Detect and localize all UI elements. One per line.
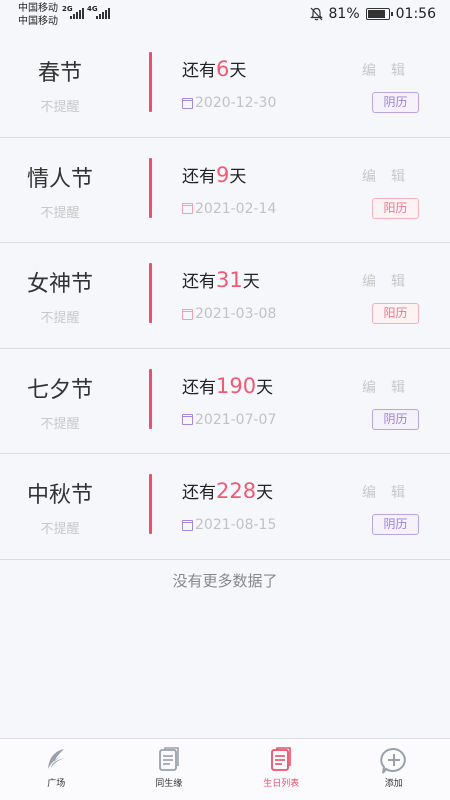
festival-card[interactable]: 七夕节 不提醒 还有190天 2021-07-07 编辑 阴历: [0, 348, 450, 454]
countdown-suffix: 天: [229, 61, 247, 81]
mute-bell-icon: [309, 7, 323, 21]
calendar-icon: [182, 97, 193, 109]
countdown: 还有228天: [182, 478, 273, 503]
festival-name: 七夕节: [26, 377, 93, 403]
date-text: 2021-08-15: [195, 517, 277, 533]
signal-icon-1: [70, 8, 84, 19]
festival-name: 女神节: [26, 272, 93, 297]
date-text: 2021-03-08: [195, 306, 277, 322]
tab-plaza[interactable]: 广场: [0, 739, 113, 800]
countdown: 还有9天: [182, 162, 246, 187]
battery-percent: 81%: [328, 6, 360, 22]
edit-button[interactable]: 编辑: [362, 377, 420, 397]
countdown: 还有31天: [182, 267, 260, 292]
festival-date: 2021-02-14: [182, 201, 276, 217]
days-remaining: 190: [216, 373, 257, 398]
calendar-type-badge: 阴历: [372, 92, 419, 113]
countdown-prefix: 还有: [182, 166, 216, 187]
tab-birthday-list[interactable]: 生日列表: [225, 739, 338, 800]
days-remaining: 6: [216, 57, 230, 81]
date-text: 2021-02-14: [195, 200, 277, 217]
countdown-prefix: 还有: [182, 377, 216, 398]
bottom-tab-bar: 广场 同生缘 生日列表 添加: [0, 738, 450, 800]
tab-label: 广场: [47, 779, 66, 789]
signal-icon-2: [96, 8, 110, 19]
divider-bar: [149, 52, 152, 112]
edit-button[interactable]: 编辑: [362, 166, 420, 186]
document-icon: [158, 747, 179, 771]
birthday-list-icon: [271, 747, 292, 771]
festival-name: 情人节: [26, 166, 93, 192]
carrier-2: 中国移动: [18, 16, 58, 27]
calendar-icon: [182, 308, 193, 320]
carrier-1: 中国移动: [18, 3, 58, 14]
festival-card[interactable]: 女神节 不提醒 还有31天 2021-03-08 编辑 阳历: [0, 243, 450, 349]
countdown-suffix: 天: [229, 166, 247, 187]
calendar-icon: [182, 519, 193, 531]
countdown-suffix: 天: [242, 272, 260, 292]
divider-bar: [149, 263, 152, 323]
remind-status: 不提醒: [40, 205, 80, 221]
festival-date: 2021-03-08: [182, 306, 276, 322]
tab-label: 生日列表: [263, 779, 300, 789]
remind-status: 不提醒: [40, 311, 80, 326]
edit-button[interactable]: 编辑: [362, 60, 420, 80]
tab-label: 同生缘: [155, 779, 183, 789]
edit-button[interactable]: 编辑: [362, 482, 420, 502]
countdown-suffix: 天: [256, 377, 274, 398]
battery-icon: [365, 8, 393, 20]
festival-card[interactable]: 中秋节 不提醒 还有228天 2021-08-15 编辑 阴历: [0, 454, 450, 560]
countdown: 还有6天: [182, 56, 246, 81]
calendar-icon: [182, 414, 193, 425]
tab-label: 添加: [384, 779, 403, 789]
days-remaining: 228: [216, 479, 257, 503]
remind-status: 不提醒: [40, 522, 80, 537]
no-more-data-text: 没有更多数据了: [172, 572, 278, 590]
calendar-type-badge: 阴历: [372, 408, 419, 430]
date-text: 2020-12-30: [195, 95, 277, 111]
calendar-type-badge: 阳历: [372, 197, 419, 219]
date-text: 2021-07-07: [195, 411, 277, 428]
festival-date: 2021-07-07: [182, 412, 276, 428]
countdown-suffix: 天: [256, 483, 274, 503]
remind-status: 不提醒: [40, 100, 80, 115]
divider-bar: [149, 368, 152, 429]
tab-tongshengyuan[interactable]: 同生缘: [113, 739, 226, 800]
remind-status: 不提醒: [40, 416, 80, 432]
divider-bar: [149, 157, 152, 218]
plaza-icon: [48, 749, 66, 769]
countdown-prefix: 还有: [182, 61, 216, 81]
clock: 01:56: [395, 6, 436, 22]
festival-card[interactable]: 情人节 不提醒 还有9天 2021-02-14 编辑 阳历: [0, 137, 450, 243]
divider-bar: [149, 474, 152, 534]
add-icon: [379, 747, 406, 774]
edit-button[interactable]: 编辑: [362, 271, 420, 291]
days-remaining: 9: [216, 162, 230, 187]
festival-name: 中秋节: [26, 483, 93, 508]
festival-list: 春节 不提醒 还有6天 2020-12-30 编辑 阴历 情人节 不提醒 还有9…: [0, 32, 450, 560]
calendar-icon: [182, 203, 193, 214]
status-bar: 中国移动 中国移动 2G 4G 81% 01:56: [0, 0, 450, 32]
festival-name: 春节: [37, 61, 82, 86]
countdown-prefix: 还有: [182, 483, 216, 503]
festival-card[interactable]: 春节 不提醒 还有6天 2020-12-30 编辑 阴历: [0, 32, 450, 138]
countdown: 还有190天: [182, 373, 273, 398]
days-remaining: 31: [216, 268, 243, 292]
festival-date: 2021-08-15: [182, 517, 276, 533]
calendar-type-badge: 阴历: [372, 514, 419, 535]
festival-date: 2020-12-30: [182, 95, 276, 111]
countdown-prefix: 还有: [182, 272, 216, 292]
tab-add[interactable]: 添加: [338, 739, 450, 800]
calendar-type-badge: 阳历: [372, 303, 419, 324]
